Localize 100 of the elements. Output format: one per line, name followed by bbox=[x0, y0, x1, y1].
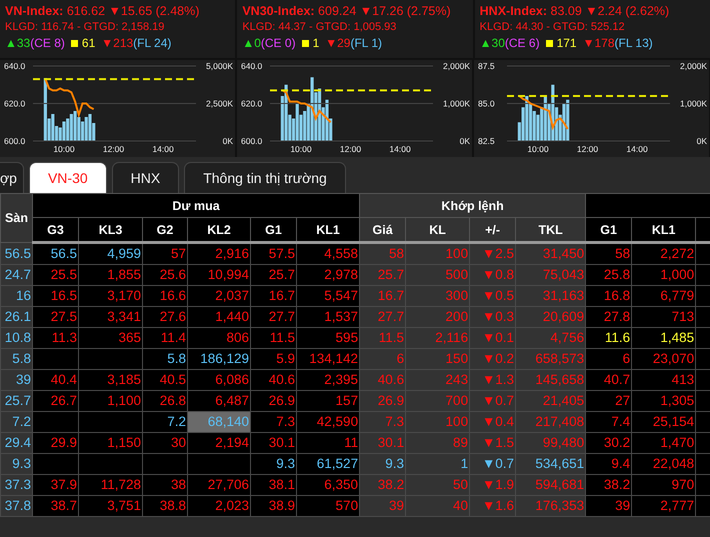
table-cell: 30.1 bbox=[378, 435, 404, 451]
advances-count: ▲30 bbox=[480, 35, 505, 52]
table-cell: 1 bbox=[460, 456, 468, 472]
table-cell: 38.9 bbox=[268, 498, 295, 514]
table-cell: 150 bbox=[446, 351, 468, 367]
axis-label: 5,000K bbox=[206, 61, 233, 71]
table-cell: 27.5 bbox=[50, 309, 77, 325]
table-cell: 1,485 bbox=[660, 330, 694, 346]
unchanged-count: 171 bbox=[556, 35, 577, 52]
table-cell: 413 bbox=[672, 372, 694, 388]
table-cell: 39 bbox=[16, 372, 31, 388]
table-cell: 21,405 bbox=[542, 393, 584, 409]
table-cell: 26.8 bbox=[160, 393, 186, 409]
axis-label: 0K bbox=[460, 136, 470, 146]
table-cell: 42,590 bbox=[316, 414, 358, 430]
table-cell: 100 bbox=[446, 414, 468, 430]
table-cell: ▼1.5 bbox=[482, 435, 514, 451]
column-header: G2 bbox=[142, 218, 188, 242]
table-cell: 1,440 bbox=[215, 309, 249, 325]
table-cell: 25.8 bbox=[604, 267, 630, 283]
table-cell: 58 bbox=[389, 246, 404, 262]
table-cell: 7.3 bbox=[276, 414, 295, 430]
axis-label: 640.0 bbox=[4, 61, 26, 71]
table-cell: 38 bbox=[170, 477, 186, 493]
axis-label: 0K bbox=[696, 136, 707, 146]
table-cell: 89 bbox=[453, 435, 468, 451]
tab[interactable]: HNX bbox=[112, 162, 180, 193]
table-cell: 970 bbox=[672, 477, 694, 493]
table-cell: 10.8 bbox=[4, 330, 31, 346]
axis-label: 620.0 bbox=[4, 98, 26, 108]
table-cell: 26.7 bbox=[50, 393, 77, 409]
table-cell: 22,048 bbox=[652, 456, 694, 472]
table-cell: 25.5 bbox=[50, 267, 77, 283]
table-cell: 700 bbox=[446, 393, 468, 409]
table-cell: ▼2.5 bbox=[482, 246, 514, 262]
table-cell: 2,194 bbox=[215, 435, 249, 451]
table-cell: 25.7 bbox=[268, 267, 295, 283]
table-cell: 40.5 bbox=[160, 372, 186, 388]
table-cell: 2,395 bbox=[324, 372, 358, 388]
table-cell: 26.1 bbox=[4, 309, 31, 325]
table-cell: 38.2 bbox=[378, 477, 404, 493]
ceiling-count: (CE 8) bbox=[30, 35, 65, 52]
table-cell: 6,487 bbox=[215, 393, 249, 409]
table-cell: 25,154 bbox=[652, 414, 694, 430]
table-cell: 3,170 bbox=[107, 288, 141, 304]
axis-label: 82.5 bbox=[478, 136, 495, 146]
table-cell: 11.6 bbox=[604, 330, 630, 346]
axis-label: 2,000K bbox=[443, 61, 470, 71]
table-cell: 31,163 bbox=[542, 288, 584, 304]
table-cell: 100 bbox=[446, 246, 468, 262]
tab[interactable]: VN-30 bbox=[28, 162, 107, 193]
table-cell: 806 bbox=[226, 330, 249, 346]
table-cell: 3,751 bbox=[107, 498, 141, 514]
ceiling-count: (CE 6) bbox=[504, 35, 540, 52]
table-cell: ▼0.5 bbox=[482, 288, 514, 304]
axis-label: 10:00 bbox=[527, 144, 549, 154]
ceiling-count: (CE 0) bbox=[260, 35, 296, 52]
table-cell: 40 bbox=[453, 498, 468, 514]
table-cell: 176,353 bbox=[535, 498, 584, 514]
axis-label: 10:00 bbox=[53, 144, 75, 154]
table-cell: 1,855 bbox=[107, 267, 141, 283]
table-cell: 4,558 bbox=[324, 246, 358, 262]
table-cell: 26.9 bbox=[378, 393, 404, 409]
floor-count: (FL 1) bbox=[350, 35, 382, 52]
declines-count: ▼29 bbox=[325, 35, 350, 52]
axis-label: 10:00 bbox=[290, 144, 312, 154]
table-cell: 16.7 bbox=[268, 288, 295, 304]
table-cell: 7.2 bbox=[12, 414, 31, 430]
table-cell: 534,651 bbox=[535, 456, 584, 472]
table-cell: 38.8 bbox=[160, 498, 186, 514]
table-cell: 20,609 bbox=[542, 309, 584, 325]
table-cell: 57 bbox=[170, 246, 186, 262]
table-cell: ▼0.7 bbox=[482, 456, 514, 472]
table-cell: 11.4 bbox=[160, 330, 186, 346]
table-cell: 57.5 bbox=[268, 246, 295, 262]
index-volume: KLGD: 44.30 - GTGD: 525.12 bbox=[480, 20, 626, 35]
declines-count: ▼178 bbox=[582, 35, 614, 52]
table-cell: 25.6 bbox=[160, 267, 186, 283]
table-cell: 2,023 bbox=[215, 498, 249, 514]
table-cell: 7.3 bbox=[385, 414, 404, 430]
table-cell: 4,959 bbox=[107, 246, 141, 262]
table-cell: 3,185 bbox=[107, 372, 141, 388]
table-cell: 16.7 bbox=[378, 288, 404, 304]
unchanged-count: 61 bbox=[82, 35, 96, 52]
tab[interactable]: ợp bbox=[0, 162, 24, 193]
tab[interactable]: Thông tin thị trường bbox=[184, 162, 346, 193]
table-cell: 713 bbox=[672, 309, 694, 325]
axis-label: 0K bbox=[222, 136, 233, 146]
table-cell: 40.6 bbox=[268, 372, 295, 388]
column-header: KL1 bbox=[632, 218, 696, 242]
table-cell: 2,116 bbox=[435, 330, 468, 346]
axis-label: 1,000K bbox=[680, 98, 707, 108]
table-cell: 9.3 bbox=[385, 456, 404, 472]
table-cell: 1,470 bbox=[660, 435, 694, 451]
table-cell: 1,305 bbox=[660, 393, 694, 409]
table-cell: 7.2 bbox=[167, 414, 186, 430]
table-cell: 25.7 bbox=[4, 393, 31, 409]
table-cell: 29.9 bbox=[50, 435, 77, 451]
table-cell: 24.7 bbox=[4, 267, 31, 283]
floor-count: (FL 24) bbox=[133, 35, 172, 52]
